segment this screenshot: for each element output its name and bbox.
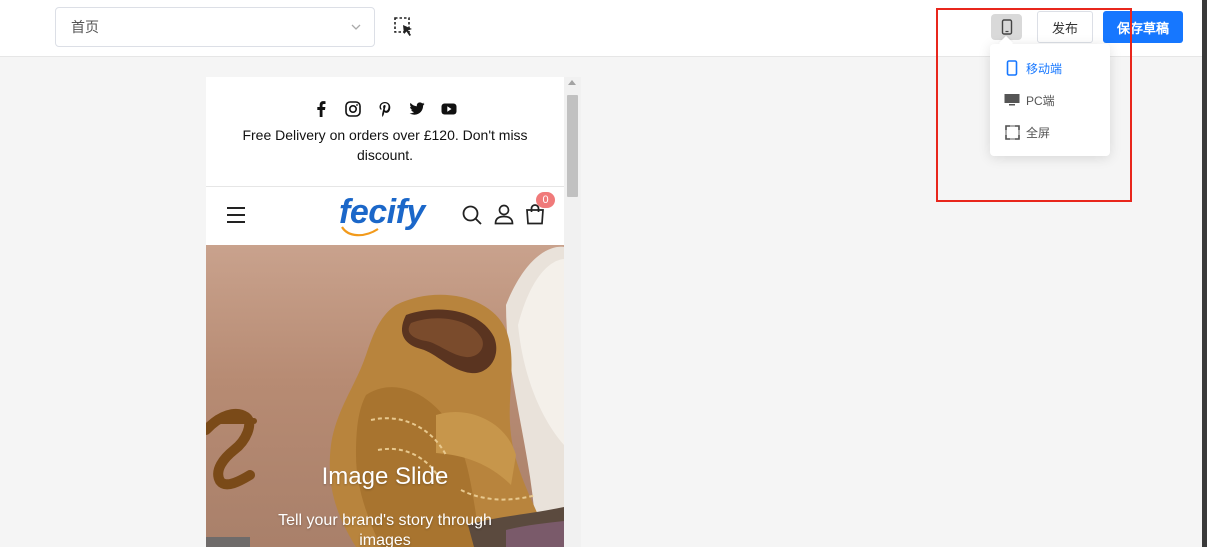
scroll-up-arrow-icon[interactable] xyxy=(568,80,576,85)
divider xyxy=(206,186,564,187)
device-option-label: 移动端 xyxy=(1026,61,1063,76)
device-option-label: PC端 xyxy=(1026,93,1055,108)
announcement-text: Free Delivery on orders over £120. Don't… xyxy=(242,127,528,163)
device-option-pc[interactable]: PC端 xyxy=(1004,90,1055,110)
youtube-icon[interactable] xyxy=(440,100,458,118)
element-select-icon[interactable] xyxy=(393,16,415,38)
publish-button[interactable]: 发布 xyxy=(1037,11,1093,43)
search-icon[interactable] xyxy=(461,204,483,226)
hamburger-menu-icon[interactable] xyxy=(227,207,245,223)
logo-swoosh xyxy=(341,226,379,237)
device-dropdown-menu: 移动端 PC端 全屏 xyxy=(990,44,1110,156)
facebook-icon[interactable] xyxy=(312,100,330,118)
mobile-icon xyxy=(1001,19,1012,35)
device-option-mobile[interactable]: 移动端 xyxy=(1004,58,1062,78)
twitter-icon[interactable] xyxy=(408,100,426,118)
save-draft-button[interactable]: 保存草稿 xyxy=(1103,11,1183,43)
page-select-value: 首页 xyxy=(71,19,99,35)
preview-scrollbar[interactable] xyxy=(564,77,581,547)
mobile-icon xyxy=(1004,60,1020,76)
fullscreen-icon xyxy=(1004,124,1020,140)
hero-image-slide: Image Slide Tell your brand's story thro… xyxy=(206,245,564,547)
hero-subtitle: Tell your brand's story through images xyxy=(278,512,492,547)
user-icon[interactable] xyxy=(493,203,515,225)
cart-count-badge: 0 xyxy=(536,192,555,208)
pinterest-icon[interactable] xyxy=(376,100,394,118)
instagram-icon[interactable] xyxy=(344,100,362,118)
page-select[interactable]: 首页 xyxy=(55,7,375,47)
chevron-down-icon xyxy=(351,24,361,30)
device-option-label: 全屏 xyxy=(1026,125,1051,140)
hero-title: Image Slide xyxy=(321,463,449,490)
window-edge xyxy=(1202,0,1207,547)
desktop-icon xyxy=(1004,92,1020,108)
scrollbar-thumb[interactable] xyxy=(567,95,578,197)
social-links xyxy=(206,100,564,118)
device-option-fullscreen[interactable]: 全屏 xyxy=(1004,122,1050,142)
mobile-preview-frame: Free Delivery on orders over £120. Don't… xyxy=(206,77,564,547)
hero-shoe-image xyxy=(206,246,564,547)
